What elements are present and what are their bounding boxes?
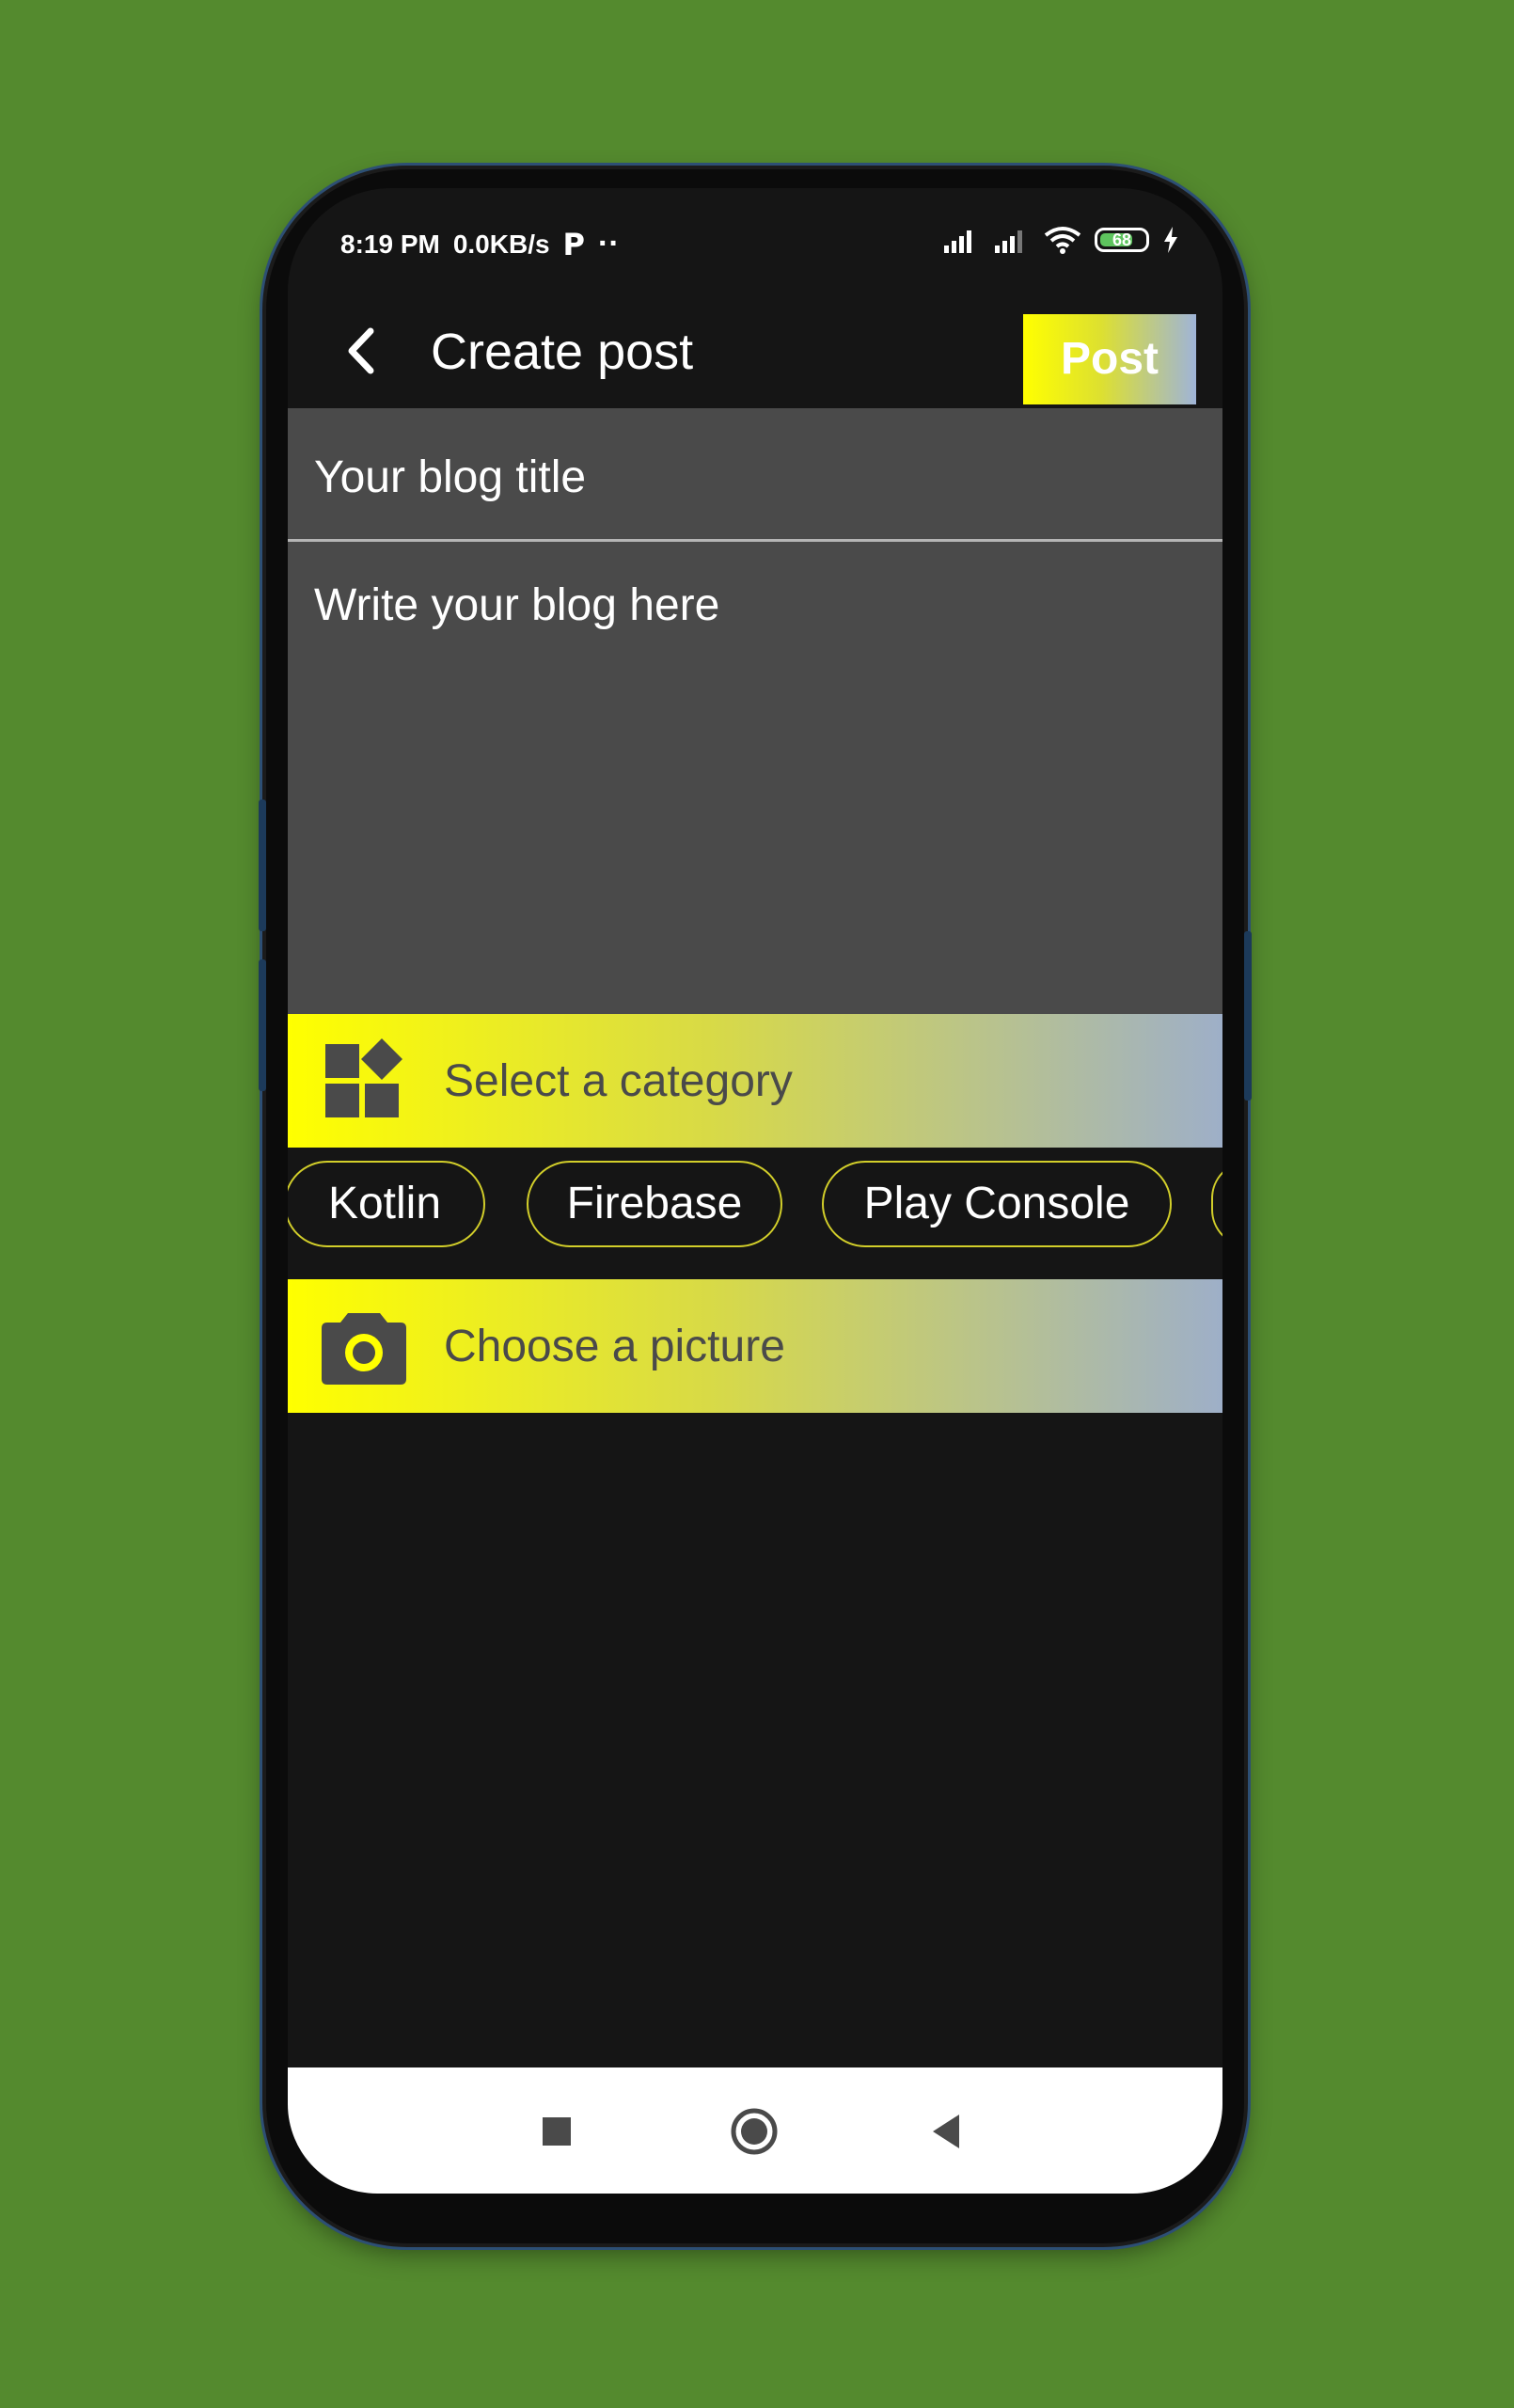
page-title: Create post xyxy=(431,324,694,380)
chip-play-console[interactable]: Play Console xyxy=(822,1161,1172,1247)
chip-firebase[interactable]: Firebase xyxy=(527,1161,782,1247)
app-screen: 8:19 PM 0.0KB/s 𝗣 ·· 68 Create post Post… xyxy=(288,188,1222,2194)
select-category-row[interactable]: Select a category xyxy=(288,1014,1222,1148)
back-icon[interactable] xyxy=(918,2103,974,2160)
select-category-label: Select a category xyxy=(444,1056,793,1106)
more-dots: ·· xyxy=(598,226,620,261)
chip-more[interactable] xyxy=(1211,1161,1222,1247)
toolbar: Create post Post xyxy=(288,293,1222,408)
volume-button xyxy=(259,800,266,931)
p-icon: 𝗣 xyxy=(562,227,585,261)
home-icon[interactable] xyxy=(726,2103,782,2160)
category-chip-row: Kotlin Firebase Play Console xyxy=(288,1148,1222,1279)
choose-picture-label: Choose a picture xyxy=(444,1322,785,1371)
battery-level: 68 xyxy=(1112,230,1132,249)
signal-icon xyxy=(944,230,971,253)
blog-title-placeholder: Your blog title xyxy=(314,452,587,502)
blog-title-input[interactable]: Your blog title xyxy=(288,408,1222,542)
wifi-icon xyxy=(1044,227,1081,254)
recents-icon[interactable] xyxy=(528,2103,585,2160)
back-arrow-icon[interactable] xyxy=(331,318,397,384)
power-button xyxy=(259,959,266,1091)
blog-body-input[interactable]: Write your blog here xyxy=(288,542,1222,1014)
signal-icon xyxy=(995,230,1022,253)
blog-body-placeholder: Write your blog here xyxy=(314,580,720,630)
system-nav-bar xyxy=(288,2067,1222,2194)
charging-icon xyxy=(1164,227,1177,253)
category-icon xyxy=(325,1038,402,1117)
status-bar: 8:19 PM 0.0KB/s 𝗣 ·· 68 xyxy=(288,188,1222,293)
side-button xyxy=(1244,931,1252,1101)
choose-picture-row[interactable]: Choose a picture xyxy=(288,1279,1222,1413)
camera-icon xyxy=(322,1313,406,1385)
post-button[interactable]: Post xyxy=(1023,314,1196,404)
status-time: 8:19 PM xyxy=(340,229,440,259)
chip-kotlin[interactable]: Kotlin xyxy=(288,1161,485,1247)
network-speed: 0.0KB/s xyxy=(452,229,550,259)
battery-icon: 68 xyxy=(1095,228,1149,252)
